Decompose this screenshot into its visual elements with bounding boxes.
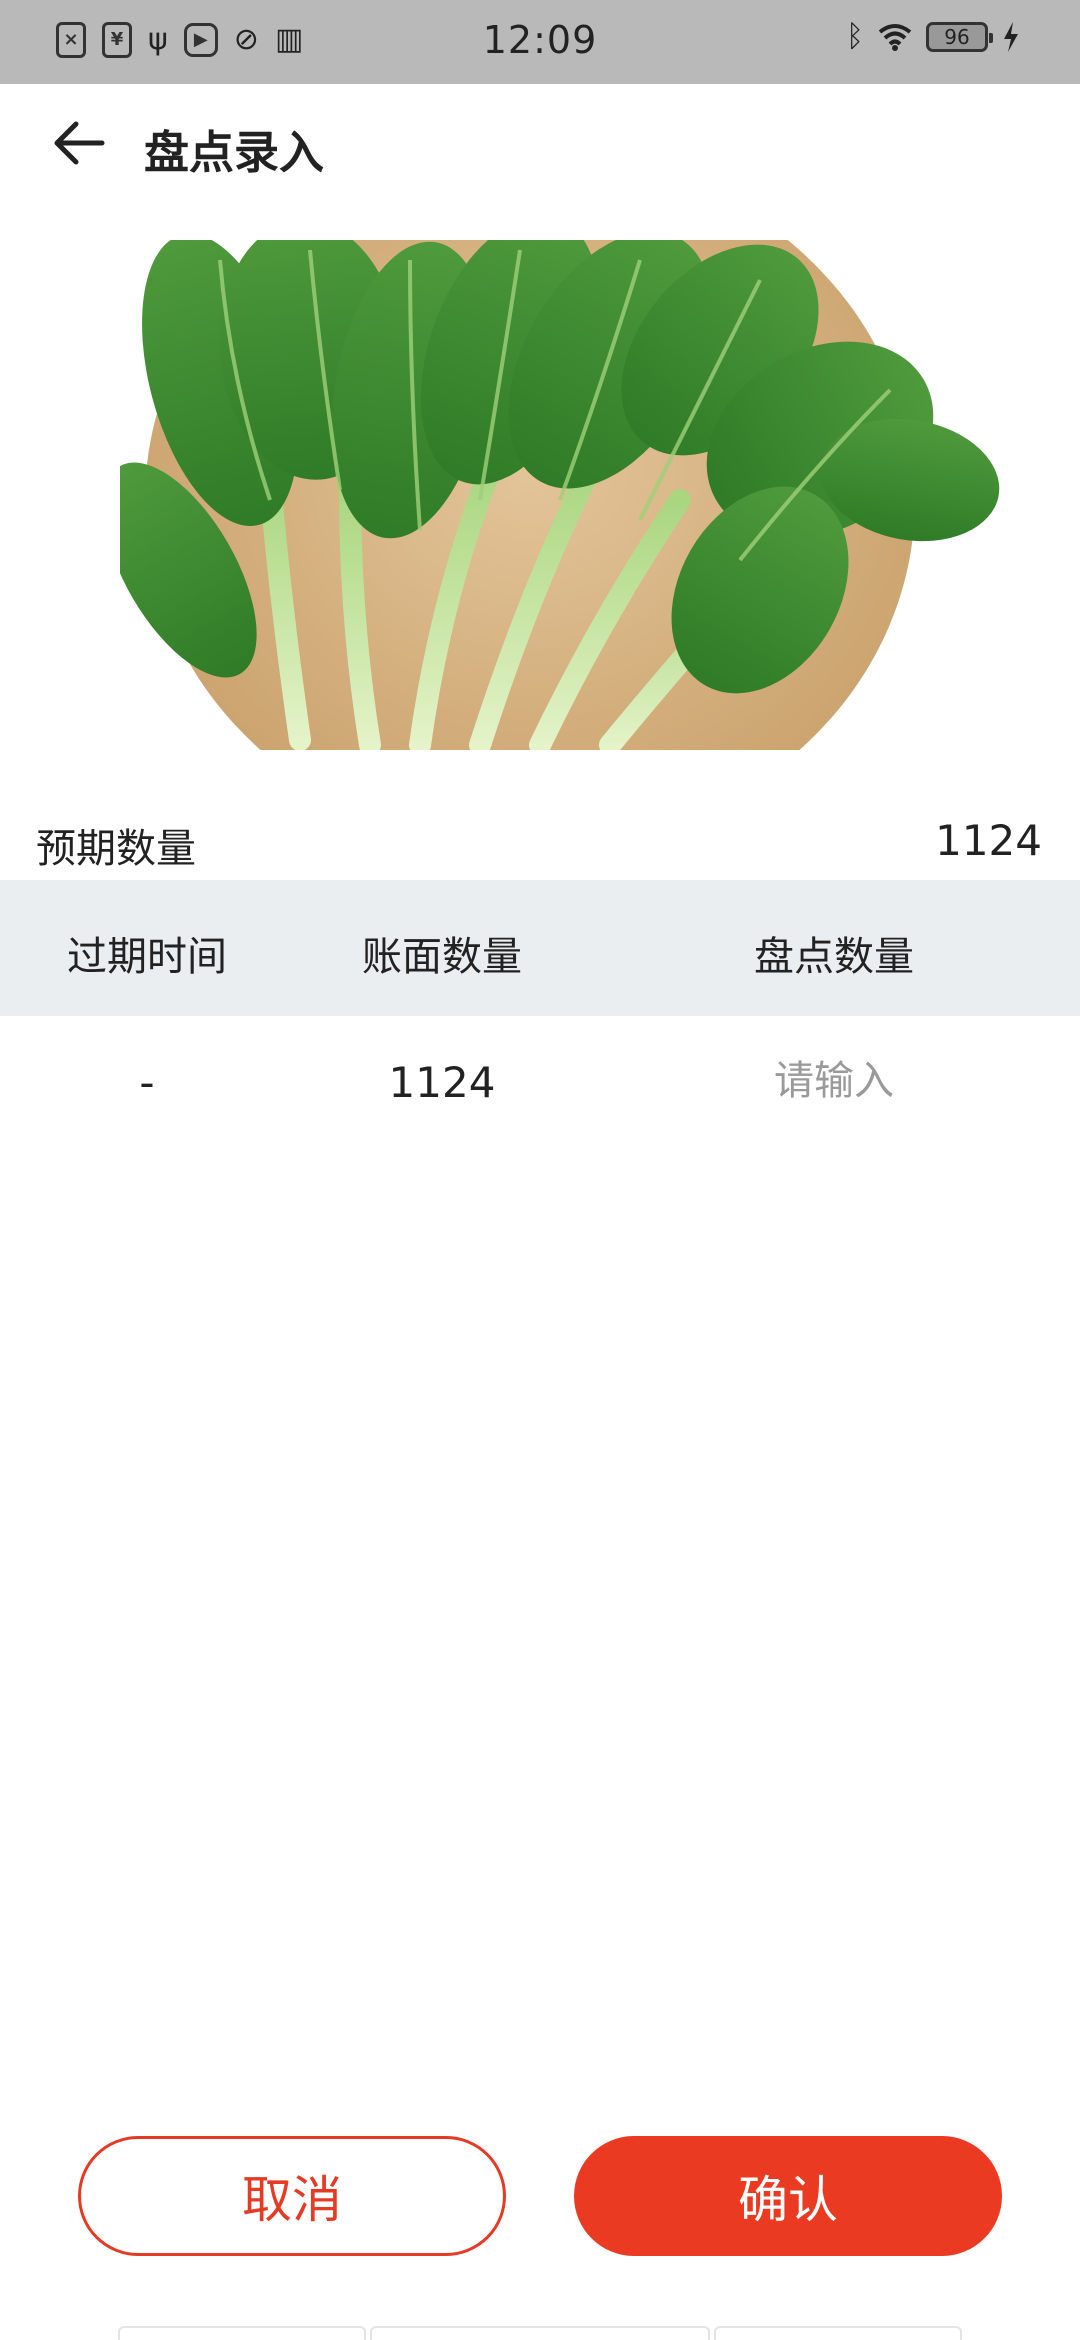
leafy-greens-image (120, 240, 1000, 750)
expected-quantity-row: 预期数量 1124 (0, 800, 1080, 880)
column-header-book-quantity: 账面数量 (362, 934, 522, 980)
book-quantity-cell: 1124 (388, 1058, 496, 1107)
column-header-count-quantity: 盘点数量 (754, 934, 914, 980)
status-right-icons: ᛒ 96 (846, 22, 1020, 52)
table-row: - 1124 (0, 1016, 1080, 1156)
nav-hint-center (370, 2326, 710, 2340)
charging-icon (1004, 22, 1018, 52)
bluetooth-icon: ᛒ (846, 19, 864, 54)
battery-icon: 96 (926, 22, 993, 52)
expected-quantity-label: 预期数量 (36, 826, 196, 872)
battery-level: 96 (944, 25, 970, 49)
column-header-expiry: 过期时间 (67, 934, 227, 980)
status-bar: × ¥ ψ ▶ ⊘ ▥ 12:09 ᛒ 96 (0, 0, 1080, 84)
arrow-left-icon (54, 121, 105, 165)
screen: × ¥ ψ ▶ ⊘ ▥ 12:09 ᛒ 96 盘点录入 预期数量 1124 过期… (0, 0, 1080, 2340)
confirm-button[interactable]: 确认 (574, 2136, 1002, 2256)
nav-hint-right (714, 2326, 962, 2340)
table-header: 过期时间 账面数量 盘点数量 (0, 880, 1080, 1016)
count-quantity-input[interactable] (684, 1046, 984, 1116)
wifi-icon (878, 24, 912, 51)
cancel-button[interactable]: 取消 (78, 2136, 506, 2256)
product-image (120, 240, 1020, 750)
expiry-cell: - (139, 1058, 155, 1107)
nav-hint-left (118, 2326, 366, 2340)
header: 盘点录入 (0, 84, 1080, 208)
page-title: 盘点录入 (144, 126, 325, 179)
expected-quantity-value: 1124 (935, 816, 1042, 865)
back-button[interactable] (44, 108, 114, 178)
